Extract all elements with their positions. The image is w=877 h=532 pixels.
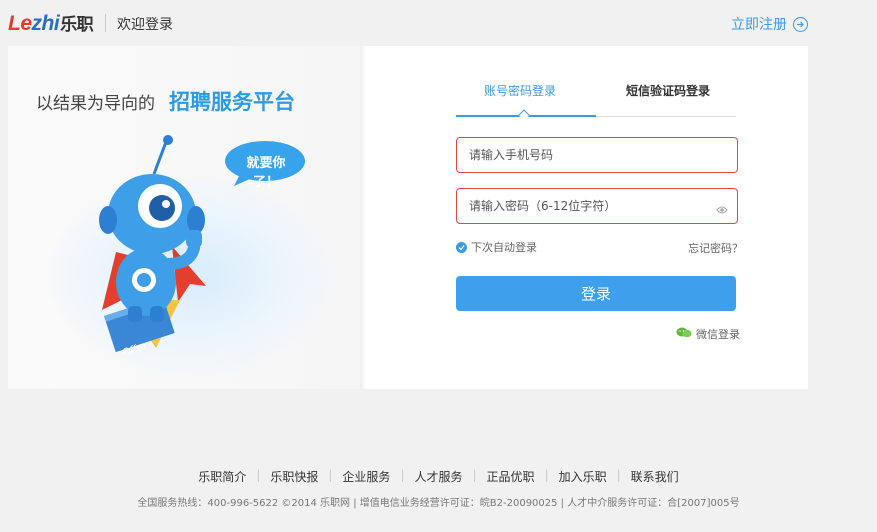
register-label: 立即注册 bbox=[731, 17, 787, 33]
wechat-icon bbox=[676, 327, 692, 341]
panel-divider bbox=[360, 46, 366, 389]
logo-text-cn: 乐职 bbox=[60, 15, 94, 34]
password-input[interactable] bbox=[457, 189, 697, 223]
footer-link-talent[interactable]: 人才服务 bbox=[404, 468, 472, 485]
footer-link-about[interactable]: 乐职简介 bbox=[188, 468, 256, 485]
footer-nav: 乐职简介 | 乐职快报 | 企业服务 | 人才服务 | 正品优职 | 加入乐职 | 联系我们 bbox=[0, 468, 877, 485]
footer-link-quality-jobs[interactable]: 正品优职 bbox=[477, 468, 545, 485]
auto-login-label: 下次自动登录 bbox=[471, 241, 537, 254]
register-link[interactable]: 立即注册 bbox=[731, 14, 808, 34]
tab-sms-login[interactable]: 短信验证码登录 bbox=[626, 82, 710, 99]
promo-panel: 以结果为导向的 招聘服务平台 Offer 就要你了！ bbox=[8, 46, 360, 389]
tab-caret-icon bbox=[518, 109, 530, 121]
slogan-highlight: 招聘服务平台 bbox=[169, 90, 295, 114]
footer-link-contact[interactable]: 联系我们 bbox=[621, 468, 689, 485]
login-button[interactable]: 登录 bbox=[456, 276, 736, 311]
bubble-text: 就要你了！ bbox=[246, 156, 286, 190]
slogan: 以结果为导向的 招聘服务平台 bbox=[36, 86, 295, 116]
wechat-login-label: 微信登录 bbox=[696, 328, 740, 341]
arrow-right-icon bbox=[793, 16, 808, 32]
logo-text-zhi: zhi bbox=[31, 12, 60, 35]
forgot-password-link[interactable]: 忘记密码？ bbox=[688, 240, 743, 256]
header-divider bbox=[105, 14, 106, 32]
footer-link-enterprise[interactable]: 企业服务 bbox=[332, 468, 400, 485]
check-icon bbox=[456, 241, 467, 253]
header: Lezhi乐职 欢迎登录 立即注册 bbox=[0, 0, 877, 46]
phone-field bbox=[456, 137, 738, 173]
wechat-login-link[interactable]: 微信登录 bbox=[676, 326, 740, 342]
eye-icon[interactable] bbox=[716, 200, 728, 219]
slogan-prefix: 以结果为导向的 bbox=[36, 94, 155, 114]
password-field bbox=[456, 188, 738, 224]
login-card: 以结果为导向的 招聘服务平台 Offer 就要你了！ 账号密码登录 短信验证码登… bbox=[8, 46, 808, 389]
logo-text-le: Le bbox=[8, 12, 32, 35]
auto-login-checkbox[interactable]: 下次自动登录 bbox=[456, 239, 537, 255]
phone-input[interactable] bbox=[457, 138, 697, 172]
footer-link-join[interactable]: 加入乐职 bbox=[549, 468, 617, 485]
lezhi-logo[interactable]: Lezhi乐职 bbox=[8, 10, 94, 36]
footer-link-news[interactable]: 乐职快报 bbox=[260, 468, 328, 485]
tab-password-login[interactable]: 账号密码登录 bbox=[484, 82, 556, 99]
robot-mascot-illustration: Offer bbox=[99, 135, 206, 354]
footer-legal: 全国服务热线：400-996-5622 ©2014 乐职网 | 增值电信业务经营… bbox=[137, 498, 740, 509]
page-title: 欢迎登录 bbox=[117, 17, 173, 33]
